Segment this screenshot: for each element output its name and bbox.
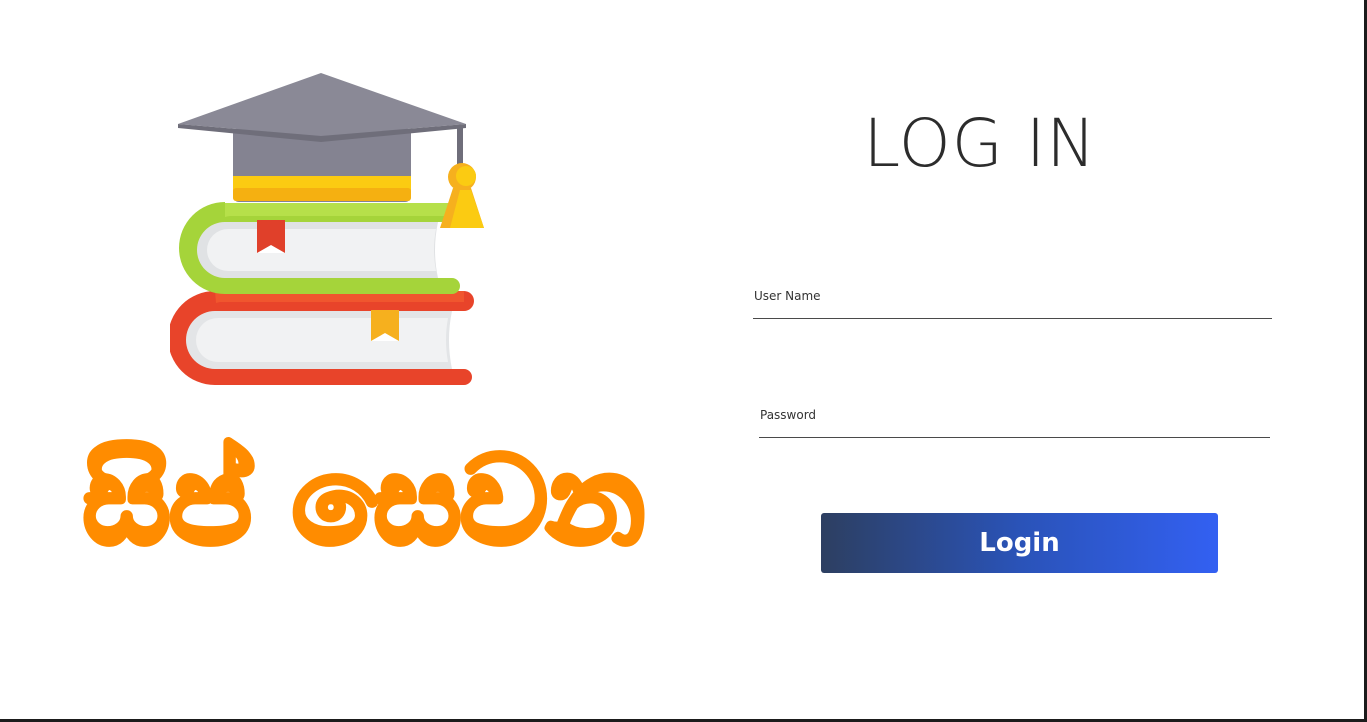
login-page: සිප් සෙවන LOG IN User Name Password Logi… [0, 0, 1367, 722]
brand-logo-text: සිප් සෙවන [80, 429, 647, 570]
username-field[interactable]: User Name [753, 287, 1272, 319]
password-input[interactable] [759, 420, 1270, 436]
login-button[interactable]: Login [821, 513, 1218, 573]
username-input[interactable] [753, 301, 1272, 317]
graduation-cap-books-icon [170, 73, 484, 385]
page-title: LOG IN [863, 105, 1097, 182]
brand-logo-label: සිප් සෙවන [83, 432, 644, 570]
password-field[interactable]: Password [759, 406, 1270, 438]
